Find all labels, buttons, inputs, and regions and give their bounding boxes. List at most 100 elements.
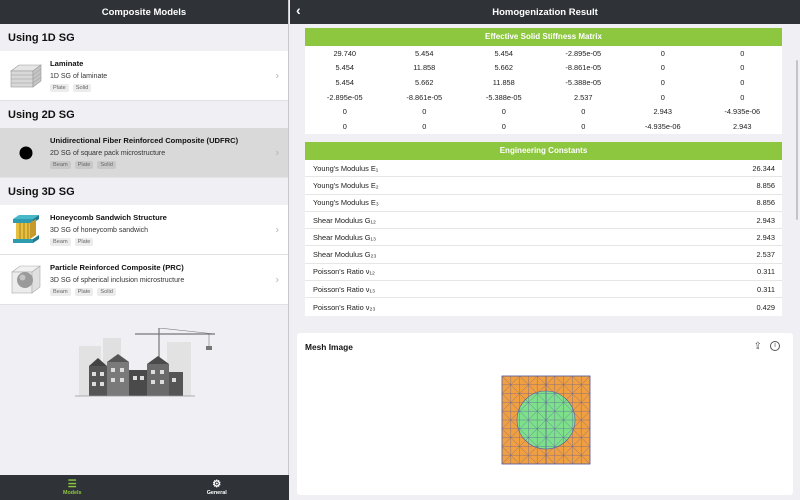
constant-label: Shear Modulus G₁₂ [313, 215, 376, 225]
constant-value: 0.311 [757, 267, 775, 277]
matrix-cell: 0 [422, 107, 427, 117]
model-desc: 2D SG of square pack microstructure [50, 150, 166, 157]
matrix-cell: 0 [342, 107, 347, 117]
matrix-cell: 0 [740, 92, 745, 102]
tag: Plate [74, 288, 94, 296]
info-icon[interactable]: i [770, 341, 780, 351]
matrix-row: -2.895e-05 -8.861e-05 -5.388e-05 2.537 0 0 [305, 90, 782, 105]
matrix-cell: 5.454 [335, 77, 355, 87]
stiffness-matrix-table: 29.740 5.454 5.454 -2.895e-05 0 0 5.454 11.858 5… [305, 46, 782, 134]
tag: Solid [97, 161, 116, 169]
constant-label: Poisson's Ratio ν₂₃ [313, 302, 376, 312]
tag: Solid [97, 288, 116, 296]
constant-value: 8.856 [756, 180, 776, 190]
matrix-cell: 11.858 [492, 77, 515, 87]
tag: Plate [74, 238, 94, 246]
engineering-constants-header: Engineering Constants [305, 142, 782, 160]
chevron-right-icon: › [275, 274, 279, 285]
constant-row: Shear Modulus G₂₃ 2.537 [305, 246, 782, 264]
matrix-cell: 5.454 [494, 48, 514, 58]
constant-row: Young's Modulus E₃ 8.856 [305, 195, 782, 212]
share-icon[interactable]: ⇪ [754, 341, 762, 352]
model-title: Laminate [50, 59, 84, 68]
matrix-cell: 0 [581, 121, 586, 131]
constant-row: Poisson's Ratio ν₁₂ 0.311 [305, 264, 782, 282]
matrix-cell: 0 [501, 121, 506, 131]
matrix-cell: -5.388e-05 [565, 77, 602, 87]
matrix-cell: 0 [660, 92, 665, 102]
constant-value: 2.943 [756, 215, 776, 225]
constant-row: Young's Modulus E₁ 26.344 [305, 160, 782, 178]
laminate-icon [9, 59, 43, 93]
constant-row: Poisson's Ratio ν₂₃ 0.429 [305, 298, 782, 315]
models-panel: Composite Models Using 1D SG Laminate 1D… [0, 0, 289, 500]
mesh-image-title: Mesh Image [305, 342, 353, 352]
constant-value: 0.311 [757, 284, 775, 294]
tab-general[interactable]: ⚙ General [145, 475, 290, 500]
constant-label: Poisson's Ratio ν₁₃ [313, 284, 375, 294]
matrix-cell: 0 [740, 77, 745, 87]
matrix-row: 5.454 11.858 5.662 -8.861e-05 0 0 [305, 61, 782, 76]
honeycomb-icon [9, 213, 43, 247]
matrix-cell: 5.454 [415, 48, 434, 58]
model-row-prc[interactable]: Particle Reinforced Composite (PRC) 3D S… [0, 255, 288, 305]
matrix-row: 29.740 5.454 5.454 -2.895e-05 0 0 [305, 46, 782, 61]
section-header-1d: Using 1D SG [8, 31, 75, 44]
matrix-cell: 2.943 [653, 107, 673, 117]
model-row-laminate[interactable]: Laminate 1D SG of laminate Plate Solid › [0, 51, 288, 101]
matrix-cell: 0 [740, 48, 745, 58]
matrix-cell: 0 [422, 121, 427, 131]
list-icon: ☰ [67, 479, 77, 490]
chevron-right-icon: › [275, 70, 279, 81]
matrix-row: 0 0 0 0 2.943 -4.935e-06 [305, 104, 782, 119]
back-chevron-icon[interactable]: ‹ [296, 2, 301, 18]
constant-label: Young's Modulus E₂ [313, 180, 379, 190]
model-desc: 1D SG of laminate [50, 73, 108, 80]
constant-label: Shear Modulus G₂₃ [313, 250, 377, 260]
constant-label: Poisson's Ratio ν₁₂ [313, 267, 375, 277]
matrix-cell: 2.943 [733, 121, 752, 131]
stiffness-matrix-header: Effective Solid Stiffness Matrix [305, 28, 782, 46]
constant-row: Poisson's Ratio ν₁₃ 0.311 [305, 281, 782, 299]
constant-value: 0.429 [756, 302, 776, 312]
models-navbar: Composite Models [0, 0, 288, 24]
gear-icon: ⚙ [212, 479, 222, 490]
tab-bar: ☰ Models ⚙ General [0, 475, 289, 500]
constant-value: 8.856 [756, 198, 776, 208]
fiber-icon [9, 136, 43, 170]
model-row-honeycomb[interactable]: Honeycomb Sandwich Structure 3D SG of ho… [0, 205, 288, 255]
matrix-cell: -2.895e-05 [565, 48, 602, 58]
constant-label: Young's Modulus E₃ [313, 198, 379, 208]
tag: Plate [50, 84, 69, 92]
matrix-cell: 5.662 [415, 77, 434, 87]
matrix-cell: -4.935e-06 [724, 107, 761, 117]
scrollbar[interactable] [796, 60, 798, 220]
tag: Plate [74, 161, 94, 169]
result-navbar: ‹ Homogenization Result [290, 0, 800, 24]
model-desc: 3D SG of honeycomb sandwich [50, 227, 149, 234]
result-title: Homogenization Result [492, 6, 598, 18]
tag: Beam [50, 238, 71, 246]
particle-icon [9, 263, 43, 297]
tab-label: General [206, 490, 227, 496]
result-panel: ‹ Homogenization Result Effective Solid … [290, 0, 800, 500]
city-illustration [75, 328, 216, 397]
model-row-udfrc[interactable]: Unidirectional Fiber Reinforced Composit… [0, 128, 288, 178]
matrix-cell: -8.861e-05 [406, 92, 443, 102]
constant-value: 2.943 [756, 232, 776, 242]
constant-label: Young's Modulus E₁ [313, 163, 379, 173]
matrix-cell: 29.740 [333, 48, 357, 58]
matrix-cell: 0 [342, 121, 347, 131]
section-header-2d: Using 2D SG [8, 108, 75, 121]
tab-models[interactable]: ☰ Models [0, 475, 145, 500]
matrix-cell: -4.935e-06 [644, 121, 681, 131]
model-title: Particle Reinforced Composite (PRC) [50, 263, 184, 272]
stiffness-matrix-card: Effective Solid Stiffness Matrix 29.740 5… [305, 28, 782, 134]
tag: Solid [72, 84, 92, 92]
model-desc: 3D SG of spherical inclusion microstruct… [50, 277, 185, 284]
matrix-cell: 0 [660, 63, 665, 73]
section-header-3d: Using 3D SG [8, 185, 75, 198]
models-title: Composite Models [101, 6, 187, 18]
matrix-cell: 5.454 [335, 63, 355, 73]
matrix-cell: -5.388e-05 [485, 92, 522, 102]
